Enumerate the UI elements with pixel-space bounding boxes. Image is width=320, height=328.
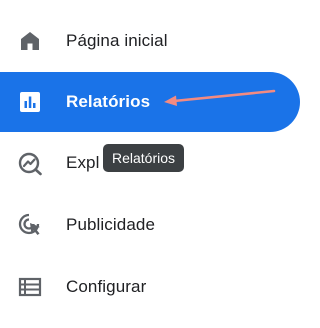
- sidebar-item-configure[interactable]: Configurar: [0, 257, 300, 317]
- advertising-icon: [17, 212, 43, 238]
- sidebar-item-label: Expl: [66, 153, 100, 172]
- sidebar-item-home[interactable]: Página inicial: [0, 11, 300, 71]
- bar-chart-icon: [17, 89, 43, 115]
- home-icon: [17, 28, 43, 54]
- explore-icon: [17, 150, 43, 176]
- sidebar-item-label: Página inicial: [66, 31, 168, 50]
- annotation-arrow: [164, 89, 276, 106]
- sidebar-item-advertising[interactable]: Publicidade: [0, 195, 300, 255]
- sidebar-item-label: Configurar: [66, 277, 147, 296]
- sidebar-item-label: Publicidade: [66, 215, 155, 234]
- sidebar-item-label: Relatórios: [66, 92, 151, 111]
- list-icon: [17, 274, 43, 300]
- tooltip: Relatórios: [103, 144, 185, 172]
